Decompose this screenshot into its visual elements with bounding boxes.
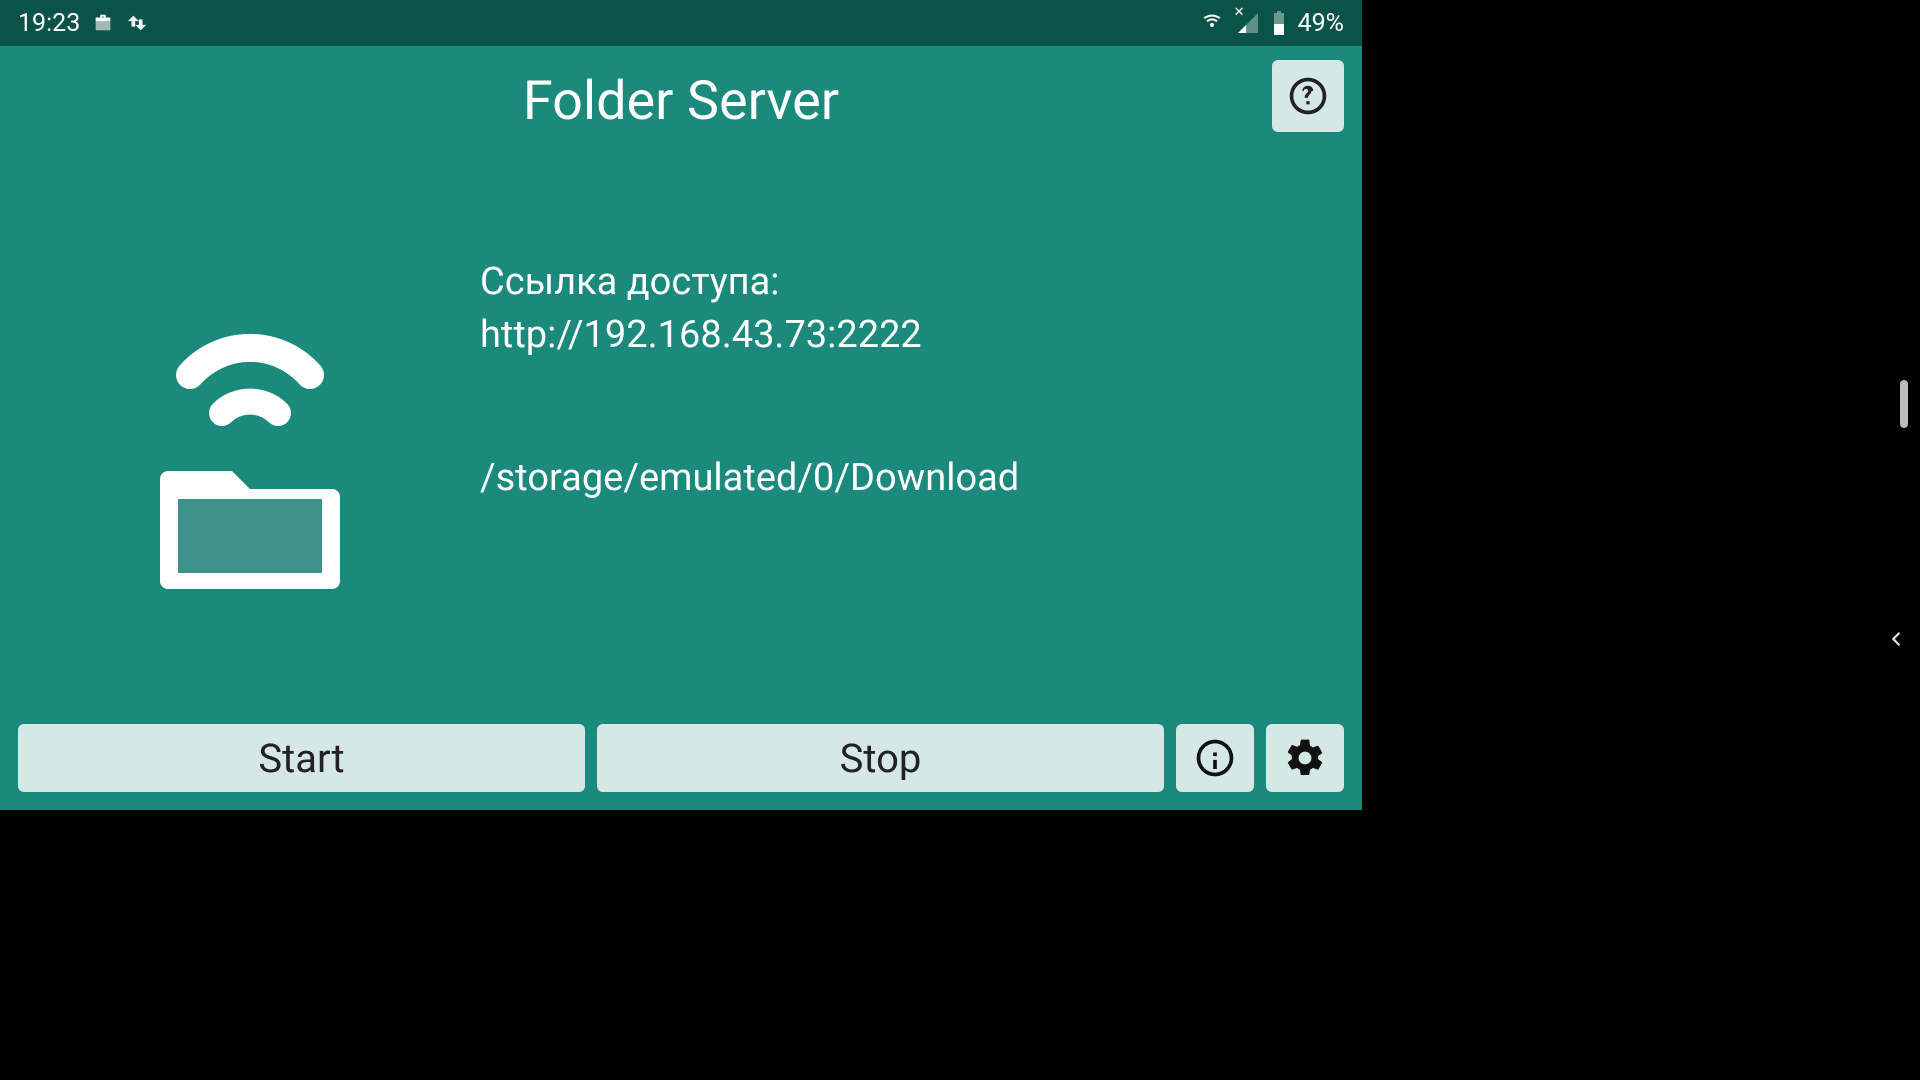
server-illustration xyxy=(20,196,480,714)
nav-back-button[interactable] xyxy=(1882,625,1910,653)
signal-icon: ✕ xyxy=(1236,11,1260,35)
shared-folder-path: /storage/emulated/0/Download xyxy=(480,452,1342,505)
info-icon xyxy=(1193,736,1237,780)
start-button-label: Start xyxy=(258,735,344,782)
main-content: Ссылка доступа: http://192.168.43.73:222… xyxy=(0,156,1362,714)
app-header: Folder Server xyxy=(0,46,1362,156)
help-button[interactable] xyxy=(1272,60,1344,132)
app-screen: 19:23 ✕ 49% Folder Server xyxy=(0,0,1362,810)
status-left: 19:23 xyxy=(18,9,148,38)
settings-button[interactable] xyxy=(1266,724,1344,792)
battery-icon xyxy=(1272,11,1286,35)
access-link-url[interactable]: http://192.168.43.73:2222 xyxy=(480,309,1342,362)
gear-icon xyxy=(1283,736,1327,780)
info-button[interactable] xyxy=(1176,724,1254,792)
scroll-indicator xyxy=(1900,380,1908,428)
chevron-left-icon xyxy=(1885,628,1907,650)
transfer-icon xyxy=(126,12,148,34)
status-right: ✕ 49% xyxy=(1200,9,1344,38)
info-panel: Ссылка доступа: http://192.168.43.73:222… xyxy=(480,196,1342,714)
status-bar: 19:23 ✕ 49% xyxy=(0,0,1362,46)
work-profile-icon xyxy=(92,12,114,34)
clock: 19:23 xyxy=(18,9,80,38)
help-icon xyxy=(1286,74,1330,118)
access-link-label: Ссылка доступа: xyxy=(480,256,1342,309)
hotspot-icon xyxy=(1200,11,1224,35)
system-nav-rail xyxy=(1362,0,1920,810)
app-title: Folder Server xyxy=(523,70,839,133)
start-button[interactable]: Start xyxy=(18,724,585,792)
stop-button-label: Stop xyxy=(840,735,922,782)
stop-button[interactable]: Stop xyxy=(597,724,1164,792)
battery-level: 49% xyxy=(1298,9,1344,38)
bottom-button-bar: Start Stop xyxy=(0,714,1362,810)
wifi-folder-icon xyxy=(130,315,370,595)
